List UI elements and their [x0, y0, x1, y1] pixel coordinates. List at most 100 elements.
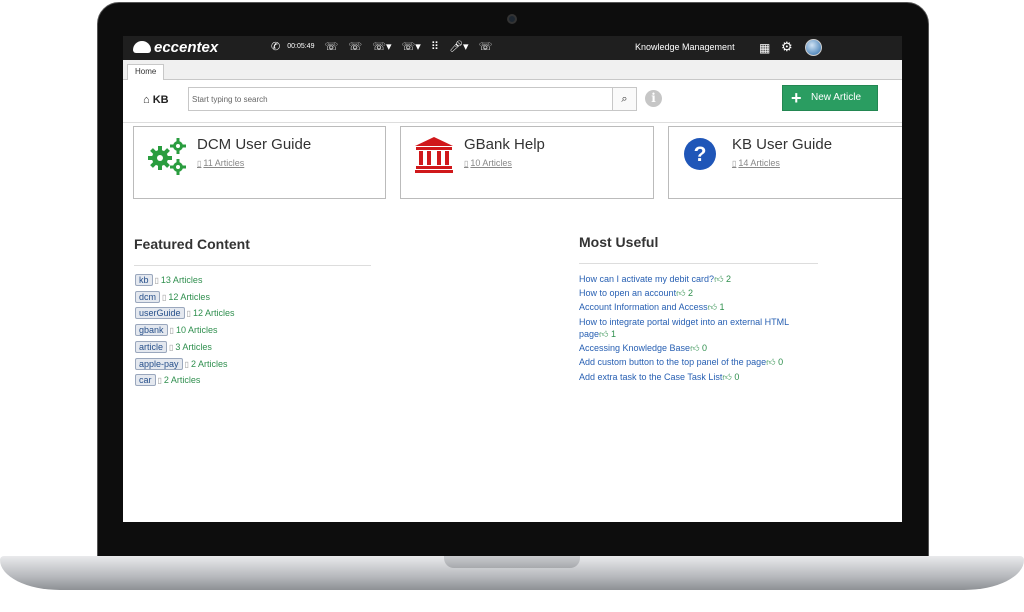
like-count: 0: [702, 343, 708, 353]
phone-icon[interactable]: ☏: [325, 41, 339, 53]
featured-item[interactable]: userGuide ▯ 12 Articles: [135, 307, 234, 323]
spy-hat-icon: [133, 41, 151, 53]
useful-article-link[interactable]: Add extra task to the Case Task List👍︎ 0: [579, 371, 829, 383]
featured-item[interactable]: car ▯ 2 Articles: [135, 374, 200, 390]
microphone-icon[interactable]: 🎤︎▾: [449, 41, 469, 53]
tag-article-count[interactable]: 13 Articles: [161, 275, 203, 285]
camera: [507, 14, 517, 24]
article-title[interactable]: Account Information and Access: [579, 302, 708, 312]
thumbs-up-icon: 👍︎: [714, 274, 724, 284]
laptop-notch: [444, 556, 580, 568]
useful-article-link[interactable]: Account Information and Access👍︎ 1: [579, 301, 829, 313]
document-icon: ▯: [169, 326, 174, 335]
tag-label[interactable]: dcm: [135, 291, 161, 303]
phone-toolbar: ✆ 00:05:49 ☏ ☏ ☏▾ ☏▾ ⠿ 🎤︎▾ ☏: [271, 40, 499, 53]
thumbs-up-icon: 👍︎: [707, 302, 717, 312]
thumbs-up-icon: 👍︎: [599, 329, 609, 339]
call-hold-icon[interactable]: ☏▾: [402, 41, 421, 53]
thumbs-up-icon: 👍︎: [676, 288, 686, 298]
like-count: 0: [778, 357, 784, 367]
tag-article-count[interactable]: 2 Articles: [191, 359, 228, 369]
gear-icon[interactable]: ⚙: [781, 39, 793, 55]
featured-item[interactable]: apple-pay ▯ 2 Articles: [135, 358, 227, 374]
useful-article-link[interactable]: Accessing Knowledge Base👍︎ 0: [579, 342, 829, 354]
featured-item[interactable]: kb ▯ 13 Articles: [135, 274, 202, 290]
tag-article-count[interactable]: 12 Articles: [168, 292, 210, 302]
call-status-icon[interactable]: ✆: [271, 41, 280, 53]
category-card-kb[interactable]: ? KB User Guide ▯ 14 Articles: [668, 126, 902, 199]
plus-icon: +: [791, 88, 802, 108]
svg-text:?: ?: [694, 143, 707, 166]
document-icon: ▯: [197, 159, 202, 168]
brand-logo[interactable]: eccentex: [133, 39, 218, 56]
card-title[interactable]: KB User Guide: [732, 136, 832, 153]
like-count: 1: [719, 302, 725, 312]
card-title[interactable]: DCM User Guide: [197, 136, 311, 153]
article-title[interactable]: How can I activate my debit card?: [579, 274, 714, 284]
useful-article-link[interactable]: How to open an account👍︎ 2: [579, 287, 829, 299]
new-article-button[interactable]: + New Article: [782, 85, 878, 111]
useful-article-link[interactable]: How can I activate my debit card?👍︎ 2: [579, 273, 829, 285]
avatar[interactable]: [805, 39, 822, 56]
category-card-gbank[interactable]: GBank Help ▯ 10 Articles: [400, 126, 654, 199]
tab-home[interactable]: Home: [127, 64, 165, 80]
featured-content-title: Featured Content: [134, 236, 250, 252]
most-useful-divider: [579, 263, 818, 264]
article-title[interactable]: Accessing Knowledge Base: [579, 343, 690, 353]
document-icon: ▯: [732, 159, 737, 168]
dialpad-icon[interactable]: ⠿: [431, 41, 439, 53]
tag-label[interactable]: article: [135, 341, 168, 353]
top-bar: eccentex ✆ 00:05:49 ☏ ☏ ☏▾ ☏▾ ⠿ 🎤︎▾ ☏ Kno…: [123, 36, 902, 60]
bank-icon: [415, 137, 453, 173]
gears-icon: [148, 138, 186, 175]
featured-divider: [134, 265, 371, 266]
search-input[interactable]: [189, 88, 613, 110]
search-box: ⌕: [188, 87, 637, 111]
tag-label[interactable]: kb: [135, 274, 153, 286]
like-count: 2: [688, 288, 694, 298]
category-card-dcm[interactable]: DCM User Guide ▯ 11 Articles: [133, 126, 386, 199]
article-title[interactable]: How to open an account: [579, 288, 676, 298]
like-count: 2: [725, 274, 731, 284]
featured-item[interactable]: gbank ▯ 10 Articles: [135, 324, 217, 340]
article-title[interactable]: Add custom button to the top panel of th…: [579, 357, 766, 367]
featured-item[interactable]: dcm ▯ 12 Articles: [135, 291, 210, 307]
tag-label[interactable]: apple-pay: [135, 358, 183, 370]
tag-article-count[interactable]: 3 Articles: [175, 342, 212, 352]
call-forward-icon[interactable]: ☏▾: [372, 41, 391, 53]
featured-item[interactable]: article ▯ 3 Articles: [135, 341, 212, 357]
module-title[interactable]: Knowledge Management: [635, 42, 735, 52]
call-transfer-icon[interactable]: ☏: [348, 41, 362, 53]
tag-article-count[interactable]: 2 Articles: [164, 375, 201, 385]
card-article-count[interactable]: ▯ 10 Articles: [464, 158, 512, 168]
tag-label[interactable]: car: [135, 374, 156, 386]
tag-label[interactable]: gbank: [135, 324, 168, 336]
article-title[interactable]: Add extra task to the Case Task List: [579, 372, 722, 382]
home-icon: ⌂: [143, 94, 150, 106]
card-count-text: 11 Articles: [203, 158, 245, 168]
card-count-text: 14 Articles: [738, 158, 780, 168]
apps-grid-icon[interactable]: ▦: [759, 41, 770, 55]
call-end-icon[interactable]: ☏: [479, 41, 493, 53]
info-icon[interactable]: i: [645, 90, 662, 107]
tag-article-count[interactable]: 10 Articles: [176, 325, 218, 335]
card-title[interactable]: GBank Help: [464, 136, 545, 153]
brand-name: eccentex: [154, 39, 219, 56]
card-article-count[interactable]: ▯ 14 Articles: [732, 158, 780, 168]
kb-title-text: KB: [152, 94, 169, 106]
document-icon: ▯: [186, 309, 191, 318]
card-article-count[interactable]: ▯ 11 Articles: [197, 158, 244, 168]
divider: [123, 122, 902, 123]
tag-label[interactable]: userGuide: [135, 307, 185, 319]
tag-article-count[interactable]: 12 Articles: [193, 308, 235, 318]
kb-title: ⌂ KB: [143, 94, 169, 106]
app-screen: eccentex ✆ 00:05:49 ☏ ☏ ☏▾ ☏▾ ⠿ 🎤︎▾ ☏ Kno…: [123, 36, 902, 522]
document-icon: ▯: [464, 159, 469, 168]
tab-bar: Home: [123, 60, 902, 80]
card-count-text: 10 Articles: [470, 158, 512, 168]
thumbs-up-icon: 👍︎: [722, 372, 732, 382]
useful-article-link[interactable]: Add custom button to the top panel of th…: [579, 356, 829, 368]
useful-article-link[interactable]: How to integrate portal widget into an e…: [579, 316, 791, 340]
laptop-frame: eccentex ✆ 00:05:49 ☏ ☏ ☏▾ ☏▾ ⠿ 🎤︎▾ ☏ Kno…: [0, 0, 1024, 612]
search-button[interactable]: ⌕: [612, 88, 636, 110]
